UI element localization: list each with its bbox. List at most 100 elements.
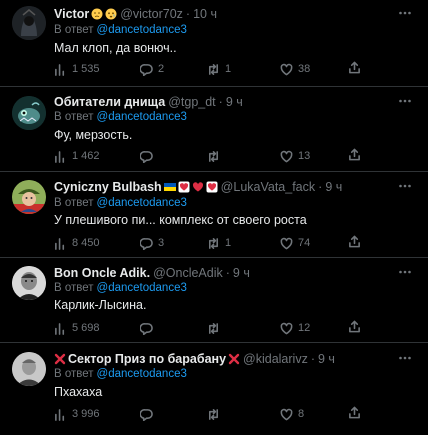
more-options-icon[interactable] <box>398 351 412 365</box>
reply-context: В ответ @dancetodance3 <box>54 111 187 123</box>
views-icon <box>55 322 65 335</box>
more-options-icon[interactable] <box>398 94 412 108</box>
reply-prefix: В ответ <box>54 111 94 123</box>
reply-button[interactable] <box>140 148 158 164</box>
author-name[interactable]: Victor <box>54 7 89 21</box>
reply-button[interactable]: 3 <box>140 235 164 251</box>
views-button[interactable]: 3 996 <box>54 406 100 422</box>
share-button[interactable] <box>348 320 361 333</box>
reply-count: 3 <box>158 237 165 249</box>
author-handle[interactable]: @OncleAdik <box>153 266 223 280</box>
reply-to-link[interactable]: @dancetodance3 <box>97 282 187 294</box>
reply-feed: Victor @victor70z · 10 ч В ответ @danceto… <box>0 0 428 435</box>
retweet-button[interactable] <box>207 320 225 336</box>
views-button[interactable]: 1 462 <box>54 148 100 164</box>
tweet-header: Обитатели днища @tgp_dt · 9 ч <box>54 94 392 110</box>
reply-context: В ответ @dancetodance3 <box>54 197 187 209</box>
tweet-time[interactable]: 9 ч <box>226 95 243 109</box>
author-name[interactable]: Cyniczny Bulbash <box>54 180 162 194</box>
tweet-text: Пхахаха <box>54 385 103 399</box>
cross-mark-emoji <box>228 353 240 365</box>
like-button[interactable]: 12 <box>280 320 310 336</box>
tweet[interactable]: Bon Oncle Adik. @OncleAdik · 9 ч В ответ… <box>0 258 428 343</box>
tweet-time[interactable]: 9 ч <box>233 266 250 280</box>
tweet-time[interactable]: 9 ч <box>318 352 335 366</box>
reply-prefix: В ответ <box>54 197 94 209</box>
reply-button[interactable]: 2 <box>140 61 164 77</box>
views-button[interactable]: 5 698 <box>54 320 100 336</box>
retweet-button[interactable] <box>207 406 225 422</box>
reply-icon <box>140 408 153 421</box>
author-handle[interactable]: @LukaVata_fack <box>221 180 315 194</box>
heart-icon <box>280 408 293 420</box>
reply-prefix: В ответ <box>54 24 94 36</box>
views-count: 3 996 <box>72 408 100 420</box>
tweet[interactable]: Victor @victor70z · 10 ч В ответ @danceto… <box>0 0 428 87</box>
like-button[interactable]: 74 <box>280 235 310 251</box>
reply-prefix: В ответ <box>54 368 94 380</box>
tweet-text: Фу, мерзость. <box>54 128 133 142</box>
like-button[interactable]: 8 <box>280 406 304 422</box>
more-options-icon[interactable] <box>398 179 412 193</box>
heart-emoji <box>178 181 190 193</box>
like-count: 8 <box>298 408 305 420</box>
tweet-time[interactable]: 9 ч <box>325 180 342 194</box>
reply-context: В ответ @dancetodance3 <box>54 282 187 294</box>
tweet-time[interactable]: 10 ч <box>193 7 217 21</box>
tweet-header: Bon Oncle Adik. @OncleAdik · 9 ч <box>54 265 392 281</box>
retweet-button[interactable]: 1 <box>207 61 231 77</box>
views-button[interactable]: 1 535 <box>54 61 100 77</box>
reply-prefix: В ответ <box>54 282 94 294</box>
share-button[interactable] <box>348 406 361 419</box>
reply-to-link[interactable]: @dancetodance3 <box>97 368 187 380</box>
reply-button[interactable] <box>140 320 158 336</box>
like-count: 38 <box>298 63 311 75</box>
more-options-icon[interactable] <box>398 6 412 20</box>
share-icon <box>349 148 360 161</box>
separator-dot: · <box>310 352 315 366</box>
tweet[interactable]: Cyniczny Bulbash @LukaVata_fack · 9 ч В … <box>0 172 428 258</box>
share-button[interactable] <box>348 61 361 74</box>
reply-to-link[interactable]: @dancetodance3 <box>97 197 187 209</box>
retweet-count: 1 <box>225 63 232 75</box>
like-count: 12 <box>298 322 311 334</box>
share-button[interactable] <box>348 235 361 248</box>
reply-context: В ответ @dancetodance3 <box>54 368 187 380</box>
tweet[interactable]: Обитатели днища @tgp_dt · 9 ч В ответ @da… <box>0 87 428 172</box>
retweet-button[interactable] <box>207 148 225 164</box>
reply-icon <box>140 63 153 76</box>
reply-to-link[interactable]: @dancetodance3 <box>97 24 187 36</box>
reply-context: В ответ @dancetodance3 <box>54 24 187 36</box>
ukraine-flag-emoji <box>163 181 176 193</box>
more-options-icon[interactable] <box>398 265 412 279</box>
views-count: 1 462 <box>72 150 100 162</box>
avatar[interactable] <box>12 6 46 40</box>
avatar[interactable] <box>12 96 46 130</box>
author-name[interactable]: Обитатели днища <box>54 95 165 109</box>
tweet[interactable]: Сектор Приз по барабану @kidalarivz · 9 … <box>0 343 428 435</box>
author-handle[interactable]: @tgp_dt <box>168 95 215 109</box>
reply-icon <box>140 322 153 335</box>
retweet-button[interactable]: 1 <box>207 235 231 251</box>
avatar[interactable] <box>12 266 46 300</box>
avatar[interactable] <box>12 180 46 214</box>
author-name[interactable]: Bon Oncle Adik. <box>54 266 150 280</box>
reply-to-link[interactable]: @dancetodance3 <box>97 111 187 123</box>
reply-button[interactable] <box>140 406 158 422</box>
separator-dot: · <box>185 7 191 21</box>
tweet-actions: 8 450 3 1 74 <box>54 235 366 251</box>
author-handle[interactable]: @kidalarivz <box>243 352 308 366</box>
share-button[interactable] <box>348 148 361 161</box>
author-handle[interactable]: @victor70z <box>120 7 183 21</box>
reply-count: 2 <box>158 63 165 75</box>
avatar[interactable] <box>12 352 46 386</box>
like-button[interactable]: 38 <box>280 61 310 77</box>
tweet-header: Cyniczny Bulbash @LukaVata_fack · 9 ч <box>54 179 392 195</box>
heart-icon <box>280 63 293 75</box>
views-button[interactable]: 8 450 <box>54 235 100 251</box>
like-count: 13 <box>298 150 311 162</box>
tweet-text: Карлик-Лысина. <box>54 298 147 312</box>
author-name[interactable]: Сектор Приз по барабану <box>68 352 226 366</box>
separator-dot: · <box>218 95 223 109</box>
like-button[interactable]: 13 <box>280 148 310 164</box>
